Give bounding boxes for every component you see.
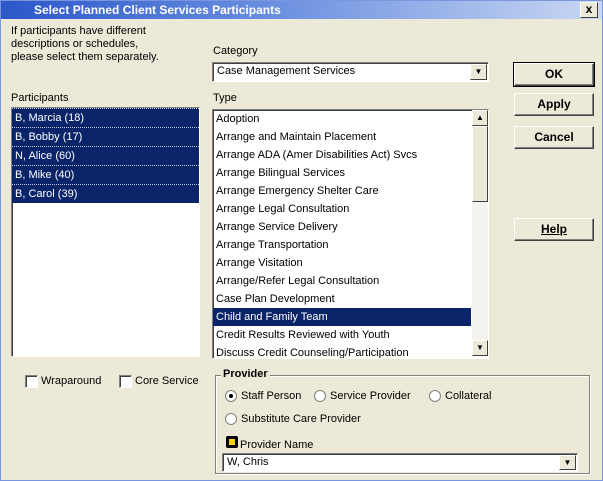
scroll-down-icon[interactable]: ▼ — [472, 340, 488, 356]
type-item[interactable]: Arrange Bilingual Services — [213, 164, 471, 182]
provider-name-select[interactable]: W, Chris ▼ — [222, 453, 578, 472]
type-item[interactable]: Credit Results Reviewed with Youth — [213, 326, 471, 344]
chevron-down-icon[interactable]: ▼ — [470, 64, 487, 80]
type-list[interactable]: Adoption Arrange and Maintain Placement Ar… — [212, 109, 489, 359]
cancel-button[interactable]: Cancel — [514, 126, 594, 149]
help-button[interactable]: Help — [514, 218, 594, 241]
collateral-radio[interactable] — [429, 390, 441, 402]
participants-label: Participants — [11, 92, 69, 104]
provider-legend: Provider — [221, 368, 270, 380]
type-scrollbar[interactable]: ▲ ▼ — [472, 110, 488, 356]
instructions-text: If participants have different descripti… — [11, 25, 159, 63]
type-item[interactable]: Arrange/Refer Legal Consultation — [213, 272, 471, 290]
provider-name-value: W, Chris — [227, 456, 269, 468]
type-item[interactable]: Child and Family Team — [213, 308, 471, 326]
type-item[interactable]: Arrange and Maintain Placement — [213, 128, 471, 146]
type-item[interactable]: Arrange ADA (Amer Disabilities Act) Svcs — [213, 146, 471, 164]
core-service-checkbox[interactable] — [119, 375, 132, 388]
core-service-label: Core Service — [135, 375, 199, 387]
type-item[interactable]: Arrange Emergency Shelter Care — [213, 182, 471, 200]
type-label: Type — [213, 92, 237, 104]
type-item[interactable]: Case Plan Development — [213, 290, 471, 308]
type-item[interactable]: Arrange Service Delivery — [213, 218, 471, 236]
substitute-care-radio[interactable] — [225, 413, 237, 425]
scroll-up-icon[interactable]: ▲ — [472, 110, 488, 126]
help-button-label: Help — [540, 222, 567, 236]
apply-button[interactable]: Apply — [514, 93, 594, 116]
scroll-thumb[interactable] — [472, 126, 488, 202]
close-button[interactable]: x — [580, 2, 598, 18]
collateral-label: Collateral — [445, 390, 492, 402]
service-provider-radio[interactable] — [314, 390, 326, 402]
staff-person-radio[interactable] — [225, 390, 237, 402]
provider-name-icon[interactable] — [226, 436, 238, 448]
staff-person-label: Staff Person — [241, 390, 302, 402]
wraparound-label: Wraparound — [41, 375, 102, 387]
ok-button[interactable]: OK — [513, 62, 595, 87]
dialog-window: Select Planned Client Services Participa… — [0, 0, 603, 481]
type-item[interactable]: Arrange Legal Consultation — [213, 200, 471, 218]
participants-list[interactable]: B, Marcia (18) B, Bobby (17) N, Alice (60)… — [11, 107, 200, 357]
category-label: Category — [213, 45, 258, 57]
chevron-down-icon[interactable]: ▼ — [559, 455, 576, 470]
participant-item[interactable]: B, Carol (39) — [12, 184, 199, 203]
substitute-care-label: Substitute Care Provider — [241, 413, 361, 425]
participant-item[interactable]: N, Alice (60) — [12, 146, 199, 165]
type-item[interactable]: Arrange Transportation — [213, 236, 471, 254]
type-item[interactable]: Arrange Visitation — [213, 254, 471, 272]
category-value: Case Management Services — [217, 65, 356, 77]
window-title: Select Planned Client Services Participa… — [34, 3, 281, 17]
type-item[interactable]: Adoption — [213, 110, 471, 128]
provider-name-label: Provider Name — [240, 439, 314, 451]
category-select[interactable]: Case Management Services ▼ — [212, 62, 489, 82]
type-item[interactable]: Discuss Credit Counseling/Participation — [213, 344, 471, 358]
participant-item[interactable]: B, Mike (40) — [12, 165, 199, 184]
service-provider-label: Service Provider — [330, 390, 411, 402]
wraparound-checkbox[interactable] — [25, 375, 38, 388]
participant-item[interactable]: B, Bobby (17) — [12, 127, 199, 146]
participant-item[interactable]: B, Marcia (18) — [12, 108, 199, 127]
title-bar[interactable]: Select Planned Client Services Participa… — [1, 1, 602, 19]
